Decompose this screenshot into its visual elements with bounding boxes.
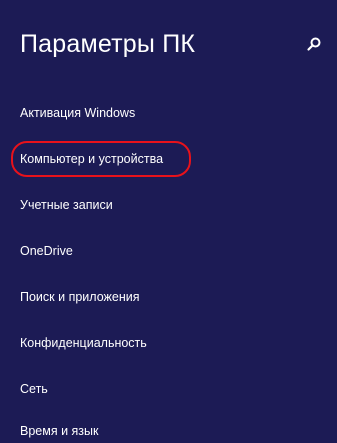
menu-item-time-and-language[interactable]: Время и язык [20,419,99,443]
menu-item-onedrive[interactable]: OneDrive [20,239,73,263]
menu-item-network[interactable]: Сеть [20,377,48,401]
menu-item-privacy[interactable]: Конфиденциальность [20,331,147,355]
menu-item-activation[interactable]: Активация Windows [20,101,135,125]
settings-panel: Параметры ПК Активация Windows Компьютер… [0,0,337,438]
menu-item-search-and-apps[interactable]: Поиск и приложения [20,285,139,309]
menu-item-accounts[interactable]: Учетные записи [20,193,113,217]
menu-item-pc-and-devices[interactable]: Компьютер и устройства [20,147,163,171]
settings-menu: Активация Windows Компьютер и устройства… [0,0,337,438]
